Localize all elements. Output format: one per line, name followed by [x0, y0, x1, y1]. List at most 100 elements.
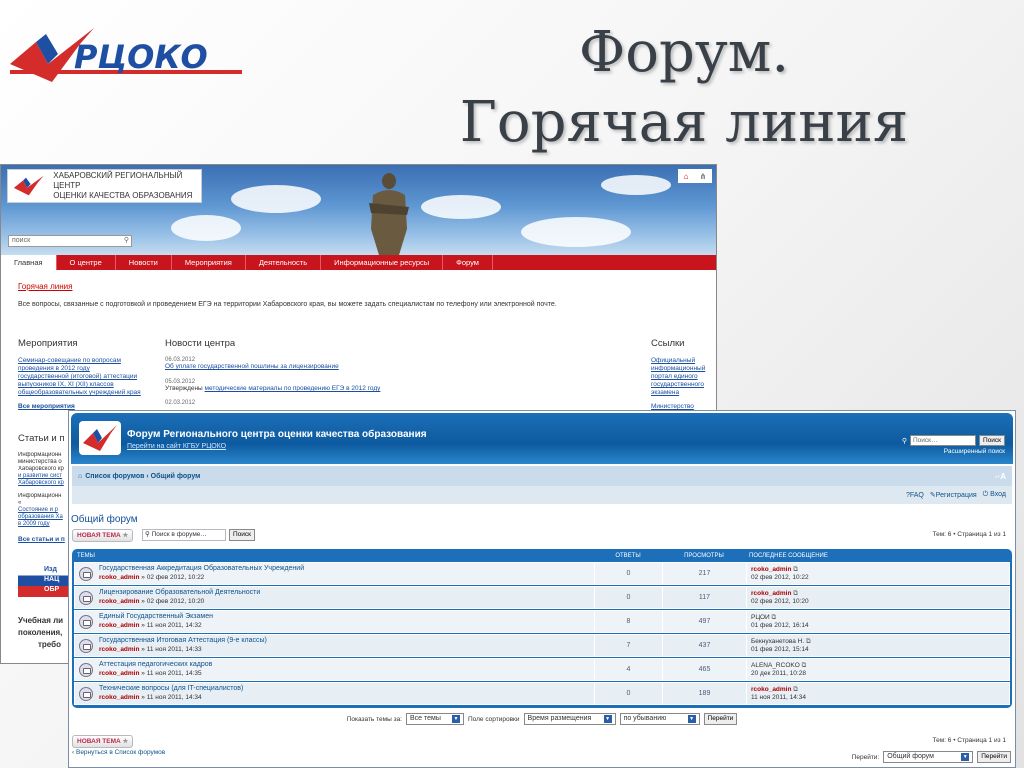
forum-search-in-forum-button[interactable]: Поиск	[229, 529, 256, 541]
table-row[interactable]: Технические вопросы (для IT-специалистов…	[74, 682, 1010, 705]
jump-button[interactable]: Перейти	[977, 751, 1011, 763]
view-latest-icon[interactable]: ⧉	[793, 566, 798, 573]
event-link-line[interactable]: выпускников IX, XI (XII) классов	[18, 381, 148, 389]
site-banner: ХАБАРОВСКИЙ РЕГИОНАЛЬНЫЙ ЦЕНТР ОЦЕНКИ КА…	[1, 165, 716, 255]
new-topic-button-bottom[interactable]: НОВАЯ ТЕМА ★	[72, 735, 134, 748]
forum-search-input[interactable]: Поиск…	[909, 435, 976, 446]
apply-sort-button[interactable]: Перейти	[703, 713, 738, 725]
period-select[interactable]: Все темы ▼	[406, 713, 464, 725]
topic-author[interactable]: rcoko_admin	[99, 646, 139, 653]
nav-item-news[interactable]: Новости	[116, 255, 172, 270]
news-link[interactable]: Об уплате государственной пошлины за лиц…	[165, 363, 465, 371]
font-size-toggle[interactable]: -·A	[995, 472, 1006, 481]
table-row[interactable]: Аттестация педагогических кадров rcoko_a…	[74, 658, 1010, 681]
site-logo[interactable]: ХАБАРОВСКИЙ РЕГИОНАЛЬНЫЙ ЦЕНТР ОЦЕНКИ КА…	[7, 169, 202, 203]
replies-count: 7	[595, 635, 663, 656]
sort-order-select[interactable]: по убыванию ▼	[619, 713, 700, 725]
col-replies: ОТВЕТЫ	[615, 553, 641, 559]
topic-title[interactable]: Лицензирование Образовательной Деятельно…	[99, 589, 260, 597]
topic-title[interactable]: Технические вопросы (для IT-специалистов…	[99, 685, 243, 693]
view-latest-icon[interactable]: ⧉	[793, 686, 798, 693]
event-link-line[interactable]: проведения в 2012 году	[18, 365, 148, 373]
view-latest-icon[interactable]: ⧉	[793, 590, 798, 597]
topic-author[interactable]: rcoko_admin	[99, 694, 139, 701]
forum-logo[interactable]	[79, 421, 121, 455]
topic-icon	[79, 638, 93, 653]
site-link[interactable]: Перейти на сайт КГБУ РЦОКО	[127, 443, 226, 450]
nav-item-events[interactable]: Мероприятия	[172, 255, 246, 270]
jump-select[interactable]: Общий форум ▼	[883, 751, 974, 763]
events-column: Мероприятия Семинар-совещание по вопроса…	[18, 338, 148, 410]
table-row[interactable]: Лицензирование Образовательной Деятельно…	[74, 586, 1010, 609]
nav-item-activity[interactable]: Деятельность	[246, 255, 322, 270]
topic-icon	[79, 566, 93, 581]
nav-item-about[interactable]: О центре	[57, 255, 116, 270]
all-events-link[interactable]: Все мероприятия	[18, 403, 148, 410]
faq-link[interactable]: ?FAQ	[906, 492, 924, 499]
exam-portal-link[interactable]: государственного	[651, 381, 713, 389]
event-link-line[interactable]: Семинар-совещание по вопросам	[18, 357, 148, 365]
topic-author[interactable]: rcoko_admin	[99, 670, 139, 677]
advanced-search-link[interactable]: Расширенный поиск	[944, 448, 1005, 455]
view-latest-icon[interactable]: ⧉	[772, 614, 777, 621]
topic-title[interactable]: Государственная Аккредитация Образовател…	[99, 565, 304, 573]
exam-portal-link[interactable]: информационный	[651, 365, 713, 373]
exam-portal-link[interactable]: портал единого	[651, 373, 713, 381]
forum-search-button[interactable]: Поиск	[978, 435, 1005, 446]
home-icon[interactable]: ⌂	[78, 473, 82, 480]
topic-author[interactable]: rcoko_admin	[99, 574, 139, 581]
home-icon[interactable]: ⌂	[684, 172, 689, 181]
table-row[interactable]: Государственная Аккредитация Образовател…	[74, 562, 1010, 585]
ad-line: НАЦ	[44, 576, 60, 583]
views-count: 437	[663, 635, 747, 656]
exam-portal-link[interactable]: экзамена	[651, 389, 713, 397]
view-latest-icon[interactable]: ⧉	[802, 662, 807, 669]
breadcrumb-current[interactable]: Общий форум	[151, 473, 201, 480]
sort-field-select[interactable]: Время размещения ▼	[523, 713, 616, 725]
site-top-icons[interactable]: ⌂ ⋔	[678, 169, 712, 183]
nav-item-resources[interactable]: Информационные ресурсы	[321, 255, 444, 270]
topic-cell: Аттестация педагогических кадров rcoko_a…	[75, 659, 595, 680]
last-post-author[interactable]: rcoko_admin	[751, 686, 791, 693]
forum-search-in-forum-input[interactable]: ⚲ Поиск в форуме…	[142, 529, 226, 541]
last-post-author[interactable]: rcoko_admin	[751, 590, 791, 597]
last-post-author[interactable]: Бекнуханетова Н.	[751, 638, 804, 645]
topic-title[interactable]: Государственная Итоговая Аттестация (9-е…	[99, 637, 267, 645]
new-topic-button[interactable]: НОВАЯ ТЕМА ★	[72, 529, 134, 542]
last-post-author[interactable]: ALENA_RCOKO	[751, 662, 800, 669]
search-icon[interactable]: ⚲	[124, 236, 129, 246]
ad-line: Изд	[44, 566, 57, 573]
topic-icon	[79, 614, 93, 629]
topic-meta: rcoko_admin » 11 ноя 2011, 14:32	[99, 621, 213, 630]
topic-title[interactable]: Единый Государственный Экзамен	[99, 613, 213, 621]
topic-cell: Лицензирование Образовательной Деятельно…	[75, 587, 595, 608]
register-link[interactable]: ✎Регистрация	[930, 491, 977, 499]
topic-author[interactable]: rcoko_admin	[99, 598, 139, 605]
site-search-input[interactable]: поиск ⚲	[8, 235, 132, 247]
chevron-down-icon: ▼	[452, 715, 460, 723]
site-intro-text: Все вопросы, связанные с подготовкой и п…	[18, 301, 557, 308]
back-to-forums-link[interactable]: ‹ Вернуться в Список форумов	[72, 749, 165, 756]
event-link-line[interactable]: общеобразовательных учреждений края	[18, 389, 148, 397]
hotline-link[interactable]: Горячая линия	[18, 282, 699, 291]
topic-meta: rcoko_admin » 02 фев 2012, 10:22	[99, 573, 304, 582]
nav-item-forum[interactable]: Форум	[443, 255, 493, 270]
table-row[interactable]: Единый Государственный Экзамен rcoko_adm…	[74, 610, 1010, 633]
breadcrumb-root[interactable]: Список форумов	[85, 473, 144, 480]
table-row[interactable]: Государственная Итоговая Аттестация (9-е…	[74, 634, 1010, 657]
star-icon: ★	[122, 738, 129, 745]
ad-caption: поколения,	[18, 628, 63, 637]
last-post-author[interactable]: РЦОИ	[751, 614, 770, 621]
event-link-line[interactable]: государственной (итоговой) аттестации	[18, 373, 148, 381]
news-link[interactable]: методические материалы по проведению ЕГЭ…	[205, 385, 381, 392]
sitemap-icon[interactable]: ⋔	[700, 172, 707, 181]
last-post-author[interactable]: rcoko_admin	[751, 566, 791, 573]
view-latest-icon[interactable]: ⧉	[806, 638, 811, 645]
topic-author[interactable]: rcoko_admin	[99, 622, 139, 629]
topic-date: » 02 фев 2012, 10:20	[141, 598, 205, 605]
news-date: 02.03.2012	[165, 400, 196, 406]
topic-title[interactable]: Аттестация педагогических кадров	[99, 661, 212, 669]
exam-portal-link[interactable]: Официальный	[651, 357, 713, 365]
nav-item-home[interactable]: Главная	[1, 255, 57, 270]
login-link[interactable]: ⏻ Вход	[983, 491, 1006, 499]
